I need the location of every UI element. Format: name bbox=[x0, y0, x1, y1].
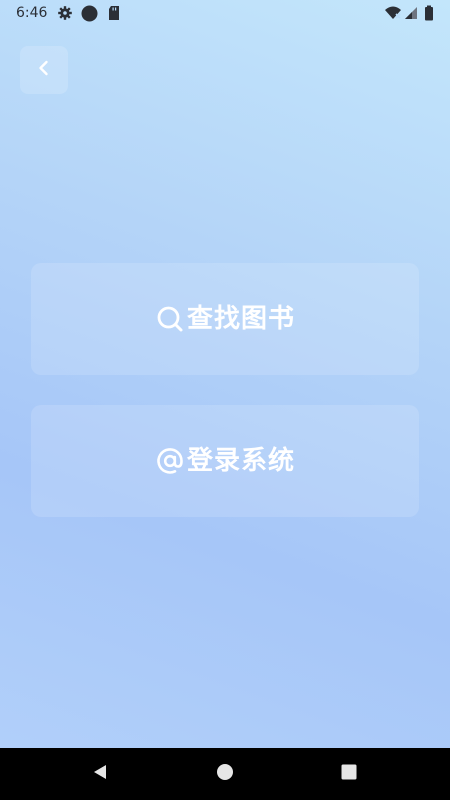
gear-icon bbox=[57, 5, 73, 21]
nav-home-button[interactable] bbox=[213, 762, 237, 786]
back-triangle-icon bbox=[91, 763, 109, 785]
signal-icon bbox=[404, 5, 420, 21]
nav-recents-button[interactable] bbox=[337, 762, 361, 786]
login-system-button[interactable]: 登录系统 bbox=[31, 405, 419, 517]
search-books-label: 查找图书 bbox=[186, 304, 295, 334]
navigation-bar bbox=[0, 748, 450, 800]
home-circle-icon bbox=[216, 763, 234, 785]
sd-card-icon bbox=[107, 5, 123, 21]
at-icon bbox=[155, 446, 185, 476]
nav-back-button[interactable] bbox=[88, 762, 112, 786]
search-books-button[interactable]: 查找图书 bbox=[31, 263, 419, 375]
circle-icon bbox=[81, 5, 98, 22]
search-icon bbox=[155, 304, 185, 334]
status-time: 6:46 bbox=[16, 5, 48, 21]
wifi-icon bbox=[384, 5, 401, 21]
chevron-left-icon bbox=[34, 58, 54, 82]
screen: 6:46 查找图书 登录系统 bbox=[0, 0, 450, 800]
back-button[interactable] bbox=[20, 46, 68, 94]
recents-square-icon bbox=[340, 763, 358, 785]
status-bar: 6:46 bbox=[0, 0, 450, 26]
battery-icon bbox=[424, 5, 440, 21]
login-system-label: 登录系统 bbox=[186, 446, 295, 476]
